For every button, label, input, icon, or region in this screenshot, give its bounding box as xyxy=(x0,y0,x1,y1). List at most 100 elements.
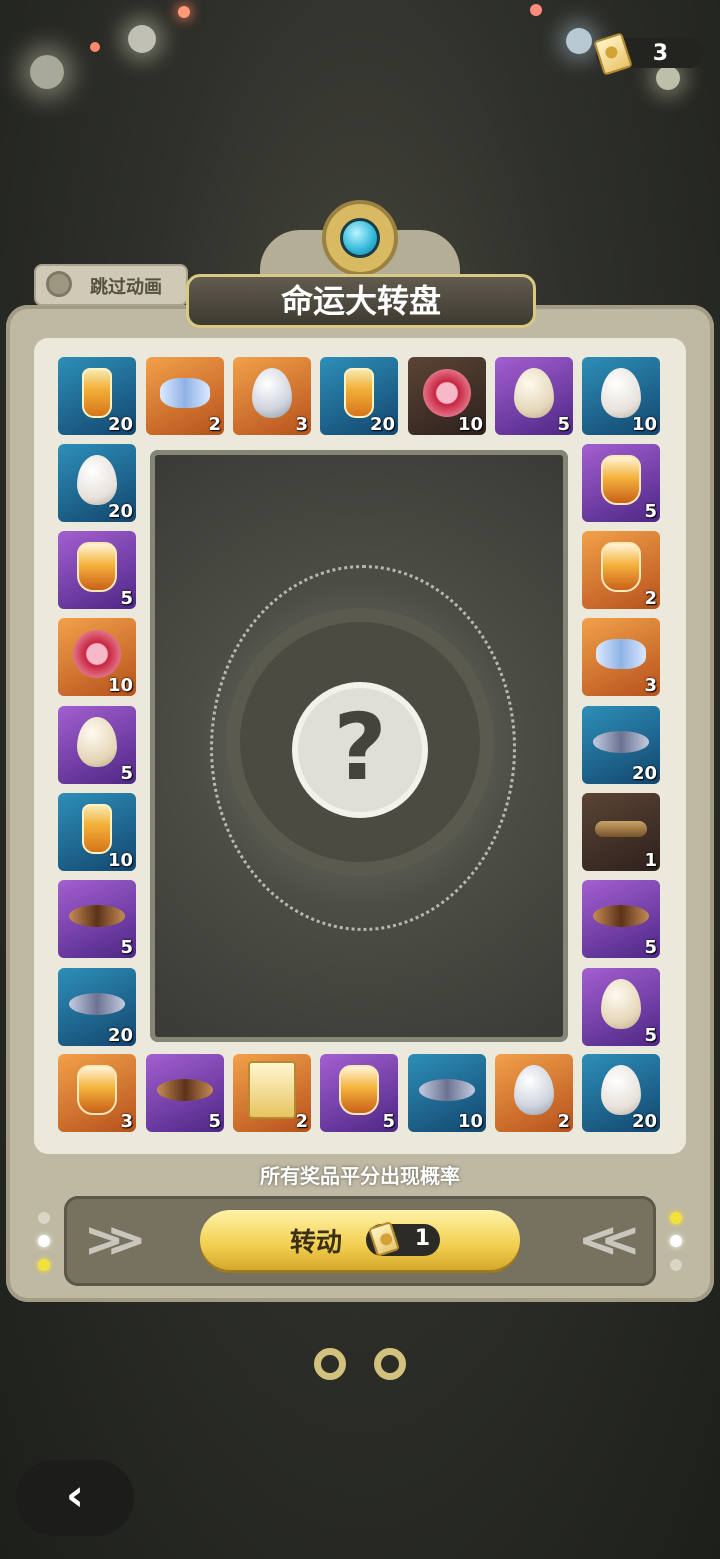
prize-count: 3 xyxy=(644,675,657,696)
bow-icon xyxy=(160,377,210,408)
prize-slot: 20 xyxy=(58,444,136,522)
egg-icon xyxy=(601,978,641,1029)
prize-count: 5 xyxy=(557,414,570,435)
ticket-icon xyxy=(248,1060,296,1119)
prize-count: 5 xyxy=(382,1111,395,1132)
egg-icon xyxy=(77,716,117,767)
skip-animation-button[interactable]: 跳过动画 xyxy=(34,264,188,306)
prize-slot: 10 xyxy=(582,357,660,435)
indicator-light xyxy=(670,1212,682,1224)
spin-label: 转动 xyxy=(290,1228,343,1258)
potion-icon xyxy=(82,803,112,854)
prize-count: 10 xyxy=(631,414,657,435)
prize-slot: 5 xyxy=(582,444,660,522)
bokeh-light xyxy=(128,25,156,53)
bottle-icon xyxy=(339,1064,379,1115)
key-icon xyxy=(595,820,647,837)
page-title: 命运大转盘 xyxy=(186,274,536,328)
ticket-count: 3 xyxy=(652,41,668,66)
prize-slot: 5 xyxy=(495,357,573,435)
bottle-icon xyxy=(601,541,641,592)
prize-slot: 20 xyxy=(320,357,398,435)
prize-count: 10 xyxy=(457,414,483,435)
bottle-icon xyxy=(77,1064,117,1115)
prize-count: 5 xyxy=(644,501,657,522)
gem-orb-icon xyxy=(340,218,380,258)
prize-count: 5 xyxy=(644,937,657,958)
indicator-light xyxy=(38,1259,50,1271)
prize-slot: 2 xyxy=(233,1054,311,1132)
prize-slot: 3 xyxy=(58,1054,136,1132)
spin-button[interactable]: 转动 1 xyxy=(200,1210,520,1270)
bokeh-light xyxy=(178,6,190,18)
prize-slot: 5 xyxy=(146,1054,224,1132)
bokeh-light xyxy=(566,28,592,54)
spin-cost-value: 1 xyxy=(414,1226,430,1251)
prize-count: 20 xyxy=(631,1111,657,1132)
probability-note: 所有奖品平分出现概率 xyxy=(260,1164,460,1188)
prize-count: 2 xyxy=(644,588,657,609)
gear-icon xyxy=(46,271,72,297)
egg-icon xyxy=(514,367,554,418)
prize-count: 2 xyxy=(295,1111,308,1132)
prize-count: 10 xyxy=(457,1111,483,1132)
brush-icon xyxy=(69,904,125,927)
back-button[interactable]: ‹ xyxy=(16,1460,134,1536)
prize-slot: 5 xyxy=(58,880,136,958)
gear-icon xyxy=(322,200,398,276)
skip-animation-label: 跳过动画 xyxy=(90,277,162,298)
prize-count: 3 xyxy=(295,414,308,435)
prize-slot: 10 xyxy=(58,793,136,871)
double-chevron-right-icon: >> xyxy=(84,1212,147,1268)
prize-count: 20 xyxy=(369,414,395,435)
prize-count: 20 xyxy=(107,414,133,435)
prize-slot: 10 xyxy=(58,618,136,696)
potion-icon xyxy=(82,367,112,418)
bottle-icon xyxy=(601,454,641,505)
indicator-light xyxy=(38,1212,50,1224)
double-chevron-left-icon: << xyxy=(578,1212,641,1268)
prize-slot: 5 xyxy=(582,968,660,1046)
ticket-icon xyxy=(367,1221,401,1257)
prize-slot: 3 xyxy=(233,357,311,435)
prize-count: 5 xyxy=(120,937,133,958)
prize-slot: 20 xyxy=(58,357,136,435)
brush-icon xyxy=(593,904,649,927)
bokeh-light xyxy=(90,42,100,52)
prize-slot: 5 xyxy=(58,706,136,784)
prize-count: 10 xyxy=(107,675,133,696)
prize-slot: 5 xyxy=(320,1054,398,1132)
prize-slot: 10 xyxy=(408,357,486,435)
prize-count: 20 xyxy=(107,1025,133,1046)
prize-count: 3 xyxy=(120,1111,133,1132)
prize-slot: 2 xyxy=(495,1054,573,1132)
prize-count: 2 xyxy=(208,414,221,435)
prize-count: 5 xyxy=(644,1025,657,1046)
feather-icon xyxy=(69,992,125,1015)
question-mark-icon: ? xyxy=(292,682,428,818)
prize-slot: 20 xyxy=(58,968,136,1046)
prize-count: 20 xyxy=(631,763,657,784)
prize-slot: 3 xyxy=(582,618,660,696)
spin-cost: 1 xyxy=(366,1221,440,1257)
bokeh-light xyxy=(656,66,680,90)
indicator-light xyxy=(670,1259,682,1271)
prize-slot: 1 xyxy=(582,793,660,871)
prize-count: 20 xyxy=(107,501,133,522)
bow-icon xyxy=(596,638,646,669)
feather-icon xyxy=(419,1078,475,1101)
prize-slot: 10 xyxy=(408,1054,486,1132)
prize-slot: 2 xyxy=(146,357,224,435)
paw-badge-icon xyxy=(423,368,471,417)
egg-white-icon xyxy=(601,367,641,418)
indicator-light xyxy=(38,1235,50,1247)
paw-badge-icon xyxy=(73,629,121,678)
back-arrow-icon: ‹ xyxy=(65,1470,85,1521)
prize-slot: 5 xyxy=(58,531,136,609)
egg-white-icon xyxy=(77,454,117,505)
prize-slot: 5 xyxy=(582,880,660,958)
bokeh-light xyxy=(30,55,64,89)
prize-count: 5 xyxy=(208,1111,221,1132)
prize-count: 5 xyxy=(120,763,133,784)
bottle-icon xyxy=(77,541,117,592)
